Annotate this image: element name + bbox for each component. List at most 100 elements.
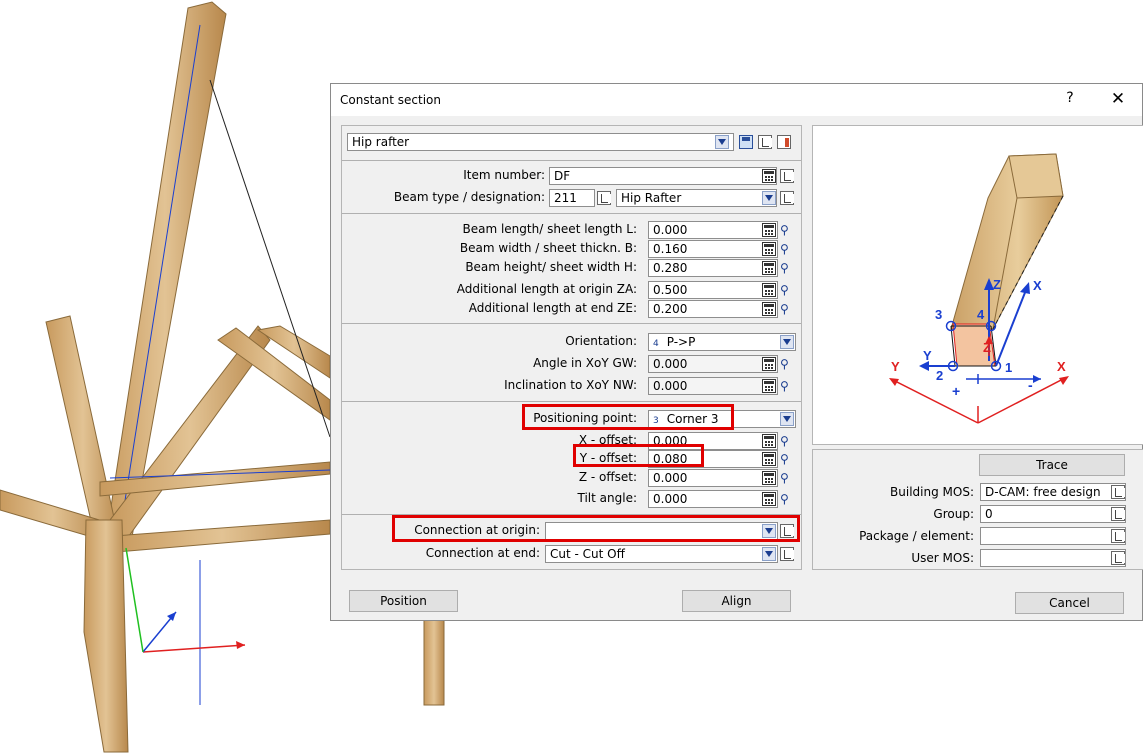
- dim-label: Additional length at end ZE:: [468, 301, 637, 315]
- calculator-icon[interactable]: [762, 261, 776, 275]
- local-z-label: Z: [993, 277, 1001, 292]
- dim-field[interactable]: 0.500: [648, 281, 778, 299]
- dim-field[interactable]: 0.000: [648, 221, 778, 239]
- group-label: Group:: [933, 507, 974, 521]
- dim-value: 0.200: [653, 302, 688, 316]
- library-icon[interactable]: [758, 135, 772, 149]
- dropdown-icon[interactable]: [762, 547, 776, 561]
- save-icon[interactable]: [739, 135, 753, 149]
- inclination-field[interactable]: 0.000: [648, 377, 778, 395]
- dropdown-icon[interactable]: [762, 191, 776, 205]
- pick-icon[interactable]: ⚲: [780, 434, 794, 448]
- cancel-button[interactable]: Cancel: [1015, 592, 1124, 614]
- dropdown-icon[interactable]: [780, 335, 794, 349]
- connection-end-label: Connection at end:: [425, 546, 540, 560]
- dim-label: Beam length/ sheet length L:: [462, 222, 637, 236]
- pick-icon[interactable]: ⚲: [780, 379, 794, 393]
- building-mos-field[interactable]: D-CAM: free design: [980, 483, 1126, 501]
- beam-diagram: 3 4 2 1 Z X Y Z Y X + -: [889, 153, 1069, 424]
- angle-label: Angle in XoY GW:: [533, 356, 637, 370]
- library-icon[interactable]: [1111, 485, 1125, 499]
- dim-label: Beam width / sheet thickn. B:: [459, 241, 637, 255]
- dim-label: Additional length at origin ZA:: [456, 282, 637, 296]
- beam-type-code-field[interactable]: 211: [549, 189, 595, 207]
- align-button[interactable]: Align: [682, 590, 791, 612]
- pick-icon[interactable]: ⚲: [780, 452, 794, 466]
- library-icon[interactable]: [780, 169, 794, 183]
- inclination-value: 0.000: [653, 379, 688, 393]
- calculator-icon[interactable]: [762, 302, 776, 316]
- dropdown-icon[interactable]: [780, 412, 794, 426]
- pick-icon[interactable]: ⚲: [780, 242, 794, 256]
- constant-section-dialog: Constant section ? ✕ Hip rafter Item num…: [330, 83, 1143, 621]
- preset-select[interactable]: Hip rafter: [347, 133, 734, 151]
- point-label-2: 2: [936, 368, 943, 383]
- export-icon[interactable]: [777, 135, 791, 149]
- library-icon[interactable]: [1111, 529, 1125, 543]
- dim-label: Beam height/ sheet width H:: [465, 260, 637, 274]
- group-field[interactable]: 0: [980, 505, 1126, 523]
- tilt-angle-field[interactable]: 0.000: [648, 490, 778, 508]
- close-button[interactable]: ✕: [1107, 89, 1129, 111]
- pick-icon[interactable]: ⚲: [780, 223, 794, 237]
- angle-field[interactable]: 0.000: [648, 355, 778, 373]
- pick-icon[interactable]: ⚲: [780, 492, 794, 506]
- beam-type-name-select[interactable]: Hip Rafter: [616, 189, 777, 207]
- calculator-icon[interactable]: [762, 223, 776, 237]
- library-icon[interactable]: [780, 191, 794, 205]
- calculator-icon[interactable]: [762, 452, 776, 466]
- minus-label: -: [1028, 377, 1033, 393]
- orientation-label: Orientation:: [565, 334, 637, 348]
- pick-icon[interactable]: ⚲: [780, 283, 794, 297]
- pick-icon[interactable]: ⚲: [780, 302, 794, 316]
- calculator-icon[interactable]: [762, 357, 776, 371]
- orientation-value: P->P: [666, 335, 696, 349]
- user-mos-field[interactable]: [980, 549, 1126, 567]
- connection-end-select[interactable]: Cut - Cut Off: [545, 545, 778, 563]
- title-bar: Constant section ? ✕: [331, 84, 1142, 116]
- orientation-key: 4: [653, 339, 659, 349]
- inclination-label: Inclination to XoY NW:: [504, 378, 637, 392]
- help-button[interactable]: ?: [1059, 90, 1081, 110]
- library-icon[interactable]: [1111, 507, 1125, 521]
- pick-icon[interactable]: ⚲: [780, 471, 794, 485]
- calculator-icon[interactable]: [762, 492, 776, 506]
- calculator-icon[interactable]: [762, 169, 776, 183]
- preset-dropdown-icon[interactable]: [715, 135, 729, 149]
- calculator-icon[interactable]: [762, 379, 776, 393]
- global-x-axis: [977, 377, 1066, 424]
- position-button[interactable]: Position: [349, 590, 458, 612]
- library-icon[interactable]: [780, 547, 794, 561]
- local-x-label: X: [1033, 278, 1042, 293]
- item-number-field[interactable]: DF: [549, 167, 777, 185]
- global-x-label: X: [1057, 359, 1066, 374]
- library-icon[interactable]: [1111, 551, 1125, 565]
- building-mos-value: D-CAM: free design: [985, 485, 1101, 499]
- pick-icon[interactable]: ⚲: [780, 261, 794, 275]
- preset-value: Hip rafter: [352, 135, 410, 149]
- global-y-axis: [892, 379, 979, 424]
- calculator-icon[interactable]: [762, 242, 776, 256]
- z-offset-label: Z - offset:: [578, 470, 637, 484]
- library-icon[interactable]: [597, 191, 611, 205]
- calculator-icon[interactable]: [762, 283, 776, 297]
- highlight-positioning-point: [522, 404, 734, 430]
- beam-type-name: Hip Rafter: [621, 191, 682, 205]
- user-mos-label: User MOS:: [911, 551, 974, 565]
- dim-field[interactable]: 0.160: [648, 240, 778, 258]
- angle-value: 0.000: [653, 357, 688, 371]
- z-offset-field[interactable]: 0.000: [648, 469, 778, 487]
- point-label-4: 4: [977, 307, 985, 322]
- dim-field[interactable]: 0.280: [648, 259, 778, 277]
- calculator-icon[interactable]: [762, 471, 776, 485]
- package-field[interactable]: [980, 527, 1126, 545]
- dim-value: 0.160: [653, 242, 688, 256]
- tilt-angle-label: Tilt angle:: [577, 491, 637, 505]
- trace-button[interactable]: Trace: [979, 454, 1125, 476]
- highlight-y-offset: [573, 444, 704, 467]
- orientation-select[interactable]: 4 P->P: [648, 333, 796, 351]
- triad-x-axis: [142, 644, 246, 653]
- dim-field[interactable]: 0.200: [648, 300, 778, 318]
- calculator-icon[interactable]: [762, 434, 776, 448]
- pick-icon[interactable]: ⚲: [780, 357, 794, 371]
